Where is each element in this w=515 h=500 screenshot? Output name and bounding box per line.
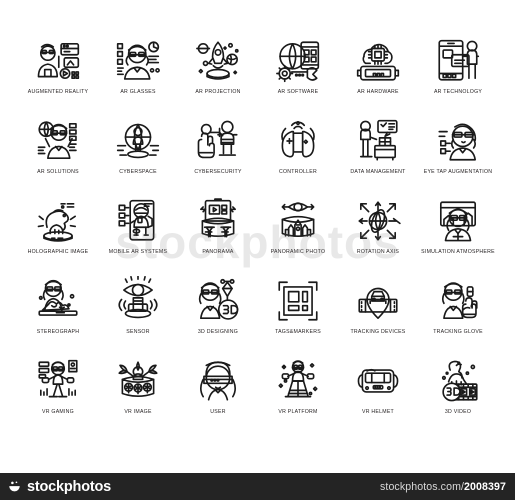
globe-arrows-axis-icon [352, 196, 404, 246]
icon-label-holographic-image: HOLOGRAPHIC IMAGE [27, 249, 89, 255]
icon-label-vr-image: VR IMAGE [124, 409, 152, 415]
woman-tracking-glove-icon [432, 276, 484, 326]
woman-3d-terrain-table-icon [32, 276, 84, 326]
icon-label-tracking-glove: TRACKING GLOVE [433, 329, 483, 335]
icon-label-tags-and-markers: TAGS&MARKERS [275, 329, 321, 335]
icon-cell-rotation-axis[interactable]: ROTATION AXIS [338, 194, 418, 274]
phone-person-screen-icon [432, 36, 484, 86]
icon-cell-3d-video[interactable]: 3D VIDEO [418, 354, 498, 434]
icon-grid: AUGMENTED REALITY AR GLASSES AR PROJECTION… [18, 34, 498, 434]
icon-cell-3d-designing[interactable]: 3D DESIGNING [178, 274, 258, 354]
icon-cell-cybersecurity[interactable]: CYBERSECURITY [178, 114, 258, 194]
player-vr-controllers-icon [32, 356, 84, 406]
eye-city-cylinder-icon [272, 196, 324, 246]
icon-sheet: stockphotos AUGMENTED REALITY AR GLASSES A… [0, 0, 515, 473]
icon-label-cyberspace: CYBERSPACE [119, 169, 157, 175]
icon-label-stereograph: STEREOGRAPH [36, 329, 80, 335]
icon-cell-augmented-reality[interactable]: AUGMENTED REALITY [18, 34, 98, 114]
person-nature-cylinder-icon [112, 356, 164, 406]
icon-label-3d-designing: 3D DESIGNING [197, 329, 239, 335]
icon-cell-ar-software[interactable]: AR SOFTWARE [258, 34, 338, 114]
qr-marker-brackets-icon [272, 276, 324, 326]
icon-label-simulation-atmosphere: SIMULATION ATMOSPHERE [421, 249, 495, 255]
icon-cell-panoramic-photo[interactable]: PANORAMIC PHOTO [258, 194, 338, 274]
woman-vr-visor-portrait-icon [192, 356, 244, 406]
icon-cell-vr-gaming[interactable]: VR GAMING [18, 354, 98, 434]
icon-cell-vr-platform[interactable]: VR PLATFORM [258, 354, 338, 434]
icon-label-controller: CONTROLLER [279, 169, 317, 175]
footer-bar: stockphotos stockphotos.com/2008397 [0, 473, 515, 500]
icon-cell-simulation-atmosphere[interactable]: SIMULATION ATMOSPHERE [418, 194, 498, 274]
brand-name: stockphotos [27, 478, 111, 495]
icon-cell-tags-and-markers[interactable]: TAGS&MARKERS [258, 274, 338, 354]
icon-cell-sensor[interactable]: SENSOR [98, 274, 178, 354]
icon-cell-vr-helmet[interactable]: VR HELMET [338, 354, 418, 434]
icon-label-ar-projection: AR PROJECTION [195, 89, 241, 95]
icon-label-3d-video: 3D VIDEO [444, 409, 472, 415]
icon-label-mobile-ar-systems: MOBILE AR SYSTEMS [108, 249, 168, 255]
person-vr-platform-icon [272, 356, 324, 406]
dinosaur-hologram-icon [32, 196, 84, 246]
footer-url: stockphotos.com/2008397 [380, 481, 506, 493]
person-inside-globe-icon [112, 116, 164, 166]
globe-gear-wrench-icon [272, 36, 324, 86]
person-desk-checklist-icon [352, 116, 404, 166]
icon-cell-ar-technology[interactable]: AR TECHNOLOGY [418, 34, 498, 114]
icon-label-ar-hardware: AR HARDWARE [357, 89, 399, 95]
icon-cell-ar-projection[interactable]: AR PROJECTION [178, 34, 258, 114]
vr-helmet-front-icon [352, 356, 404, 406]
panorama-screen-cylinder-icon [192, 196, 244, 246]
icon-label-sensor: SENSOR [126, 329, 150, 335]
icon-cell-cyberspace[interactable]: CYBERSPACE [98, 114, 178, 194]
man-vr-headset-dashboard-icon [32, 36, 84, 86]
astronaut-mobile-panel-icon [112, 196, 164, 246]
icon-label-augmented-reality: AUGMENTED REALITY [27, 89, 89, 95]
girl-vr-scene-icon [432, 196, 484, 246]
hand-scan-person-icon [192, 116, 244, 166]
woman-holding-globe-icon [32, 116, 84, 166]
brand: stockphotos [7, 479, 111, 495]
icon-label-rotation-axis: ROTATION AXIS [356, 249, 400, 255]
icon-cell-stereograph[interactable]: STEREOGRAPH [18, 274, 98, 354]
icon-label-vr-helmet: VR HELMET [362, 409, 394, 415]
icon-label-panoramic-photo: PANORAMIC PHOTO [270, 249, 326, 255]
icon-cell-vr-image[interactable]: VR IMAGE [98, 354, 178, 434]
eye-sensor-waves-icon [112, 276, 164, 326]
icon-cell-controller[interactable]: CONTROLLER [258, 114, 338, 194]
smile-logo-icon [9, 481, 20, 492]
icon-label-tracking-devices: TRACKING DEVICES [350, 329, 406, 335]
icon-cell-mobile-ar-systems[interactable]: MOBILE AR SYSTEMS [98, 194, 178, 274]
designer-pen-3d-badge-icon [192, 276, 244, 326]
icon-label-cybersecurity: CYBERSECURITY [194, 169, 242, 175]
icon-label-ar-technology: AR TECHNOLOGY [433, 89, 483, 95]
icon-label-ar-solutions: AR SOLUTIONS [37, 169, 79, 175]
icon-cell-user[interactable]: USER [178, 354, 258, 434]
woman-eye-tap-visor-icon [432, 116, 484, 166]
dual-gamepad-signal-icon [272, 116, 324, 166]
icon-label-user: USER [210, 409, 226, 415]
cloud-chip-device-icon [352, 36, 404, 86]
map-pin-car-route-icon [352, 276, 404, 326]
icon-cell-ar-solutions[interactable]: AR SOLUTIONS [18, 114, 98, 194]
icon-cell-holographic-image[interactable]: HOLOGRAPHIC IMAGE [18, 194, 98, 274]
icon-label-vr-gaming: VR GAMING [42, 409, 74, 415]
icon-label-vr-platform: VR PLATFORM [278, 409, 318, 415]
icon-cell-ar-hardware[interactable]: AR HARDWARE [338, 34, 418, 114]
footer-url-prefix: stockphotos.com/ [380, 480, 465, 493]
icon-cell-data-management[interactable]: DATA MANAGEMENT [338, 114, 418, 194]
icon-cell-eye-tap-augmentation[interactable]: EYE TAP AUGMENTATION [418, 114, 498, 194]
icon-label-eye-tap-augmentation: EYE TAP AUGMENTATION [423, 169, 493, 175]
rocket-planets-projection-icon [192, 36, 244, 86]
woman-ar-glasses-icon [112, 36, 164, 86]
icon-label-ar-glasses: AR GLASSES [120, 89, 156, 95]
icon-label-ar-software: AR SOFTWARE [277, 89, 319, 95]
icon-label-data-management: DATA MANAGEMENT [350, 169, 406, 175]
icon-cell-tracking-devices[interactable]: TRACKING DEVICES [338, 274, 418, 354]
icon-cell-tracking-glove[interactable]: TRACKING GLOVE [418, 274, 498, 354]
icon-label-panorama: PANORAMA [202, 249, 234, 255]
icon-cell-ar-glasses[interactable]: AR GLASSES [98, 34, 178, 114]
footer-url-id: 2008397 [464, 480, 506, 493]
film-strip-3d-dino-icon [432, 356, 484, 406]
icon-cell-panorama[interactable]: PANORAMA [178, 194, 258, 274]
